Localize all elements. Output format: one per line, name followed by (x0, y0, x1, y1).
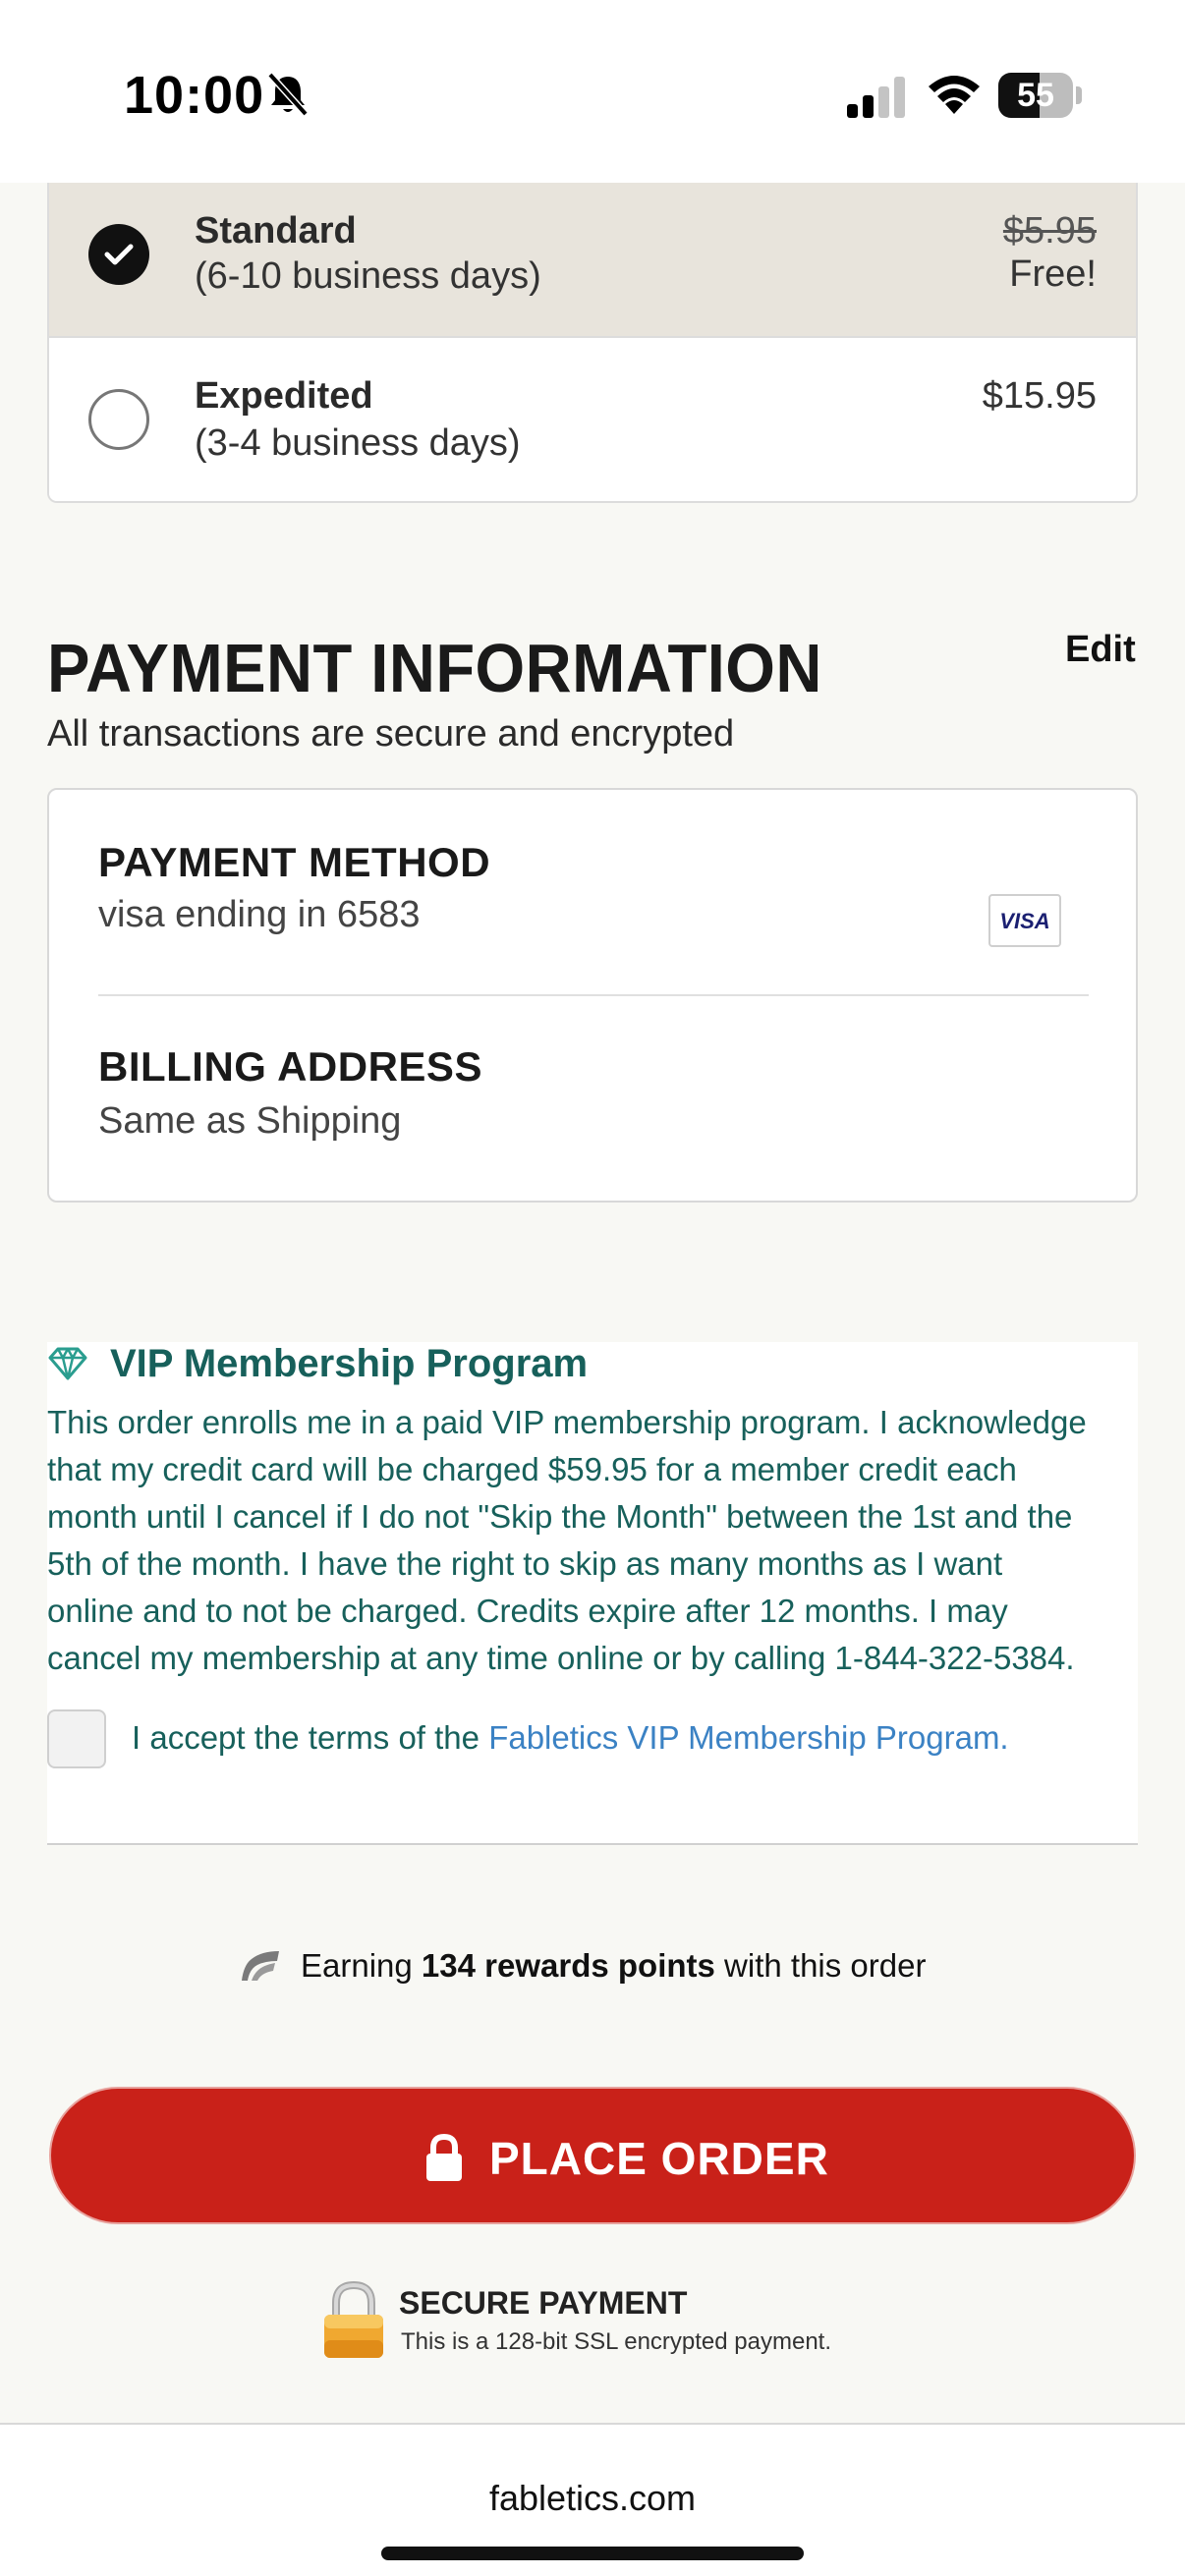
divider (47, 1843, 1138, 1845)
feather-icon (242, 1951, 279, 1981)
vip-terms-line: that my credit card will be charged $59.… (47, 1451, 1017, 1487)
vip-terms-line: month until I cancel if I do not "Skip t… (47, 1498, 1073, 1535)
vip-terms-line: cancel my membership at any time online … (47, 1640, 1075, 1676)
vip-terms-line: This order enrolls me in a paid VIP memb… (47, 1404, 1087, 1440)
secure-payment-title: SECURE PAYMENT (399, 2285, 688, 2321)
secure-note: All transactions are secure and encrypte… (47, 713, 735, 755)
card-brand: VISA (999, 909, 1050, 933)
vip-terms-line: online and to not be charged. Credits ex… (47, 1593, 1008, 1629)
battery-indicator: 55 (998, 73, 1082, 118)
place-order-button[interactable]: PLACE ORDER (49, 2087, 1136, 2224)
vip-membership-section: VIP Membership Program This order enroll… (47, 1342, 1138, 1843)
url-bar[interactable]: fabletics.com (0, 2478, 1185, 2519)
edit-payment-link[interactable]: Edit (1065, 629, 1136, 671)
status-time: 10:00 (124, 66, 265, 125)
shipping-option-expedited[interactable]: Expedited (3-4 business days) $15.95 (49, 336, 1136, 501)
rewards-points: 134 rewards points (421, 1947, 715, 1984)
payment-method-value: visa ending in 6583 (98, 894, 421, 935)
secure-payment-subtitle: This is a 128-bit SSL encrypted payment. (401, 2328, 831, 2355)
divider (98, 994, 1089, 996)
accept-terms-prefix: I accept the terms of the (132, 1719, 489, 1756)
radio-checked-icon[interactable] (88, 224, 149, 285)
shipping-option-title: Standard (195, 210, 357, 252)
place-order-label: PLACE ORDER (489, 2133, 829, 2184)
accept-terms-label: I accept the terms of the Fabletics VIP … (132, 1719, 1009, 1757)
shipping-options: Standard (6-10 business days) $5.95 Free… (47, 183, 1138, 503)
padlock-icon (324, 2280, 383, 2358)
lock-icon (426, 2134, 462, 2181)
radio-unchecked-icon[interactable] (88, 389, 149, 450)
diamond-icon (48, 1347, 87, 1380)
vip-terms-text: This order enrolls me in a paid VIP memb… (47, 1399, 1138, 1682)
shipping-price: Free! (1009, 253, 1097, 295)
shipping-option-subtitle: (6-10 business days) (195, 255, 541, 297)
billing-address-label: BILLING ADDRESS (98, 1043, 482, 1090)
payment-card: PAYMENT METHOD visa ending in 6583 VISA … (47, 788, 1138, 1203)
accept-terms-checkbox[interactable] (47, 1709, 106, 1768)
shipping-option-subtitle: (3-4 business days) (195, 422, 521, 464)
vip-program-link[interactable]: Fabletics VIP Membership Program. (488, 1719, 1008, 1756)
browser-footer: fabletics.com (0, 2423, 1185, 2576)
bell-muted-icon (267, 72, 309, 117)
shipping-option-title: Expedited (195, 375, 373, 417)
wifi-icon (929, 76, 980, 114)
rewards-text: Earning 134 rewards points with this ord… (301, 1947, 926, 1985)
rewards-suffix: with this order (714, 1947, 927, 1984)
battery-level: 55 (1017, 77, 1054, 114)
rewards-prefix: Earning (301, 1947, 422, 1984)
cellular-signal-icon (847, 77, 905, 118)
shipping-option-standard[interactable]: Standard (6-10 business days) $5.95 Free… (49, 183, 1136, 336)
vip-terms-line: 5th of the month. I have the right to sk… (47, 1545, 1003, 1582)
shipping-price: $15.95 (982, 375, 1097, 417)
original-price: $5.95 (1002, 210, 1097, 252)
billing-address-value: Same as Shipping (98, 1100, 402, 1142)
vip-title: VIP Membership Program (110, 1342, 589, 1385)
payment-method-label: PAYMENT METHOD (98, 839, 491, 885)
visa-card-icon: VISA (988, 894, 1061, 947)
home-indicator[interactable] (381, 2547, 804, 2560)
payment-heading: PAYMENT INFORMATION (47, 630, 822, 706)
